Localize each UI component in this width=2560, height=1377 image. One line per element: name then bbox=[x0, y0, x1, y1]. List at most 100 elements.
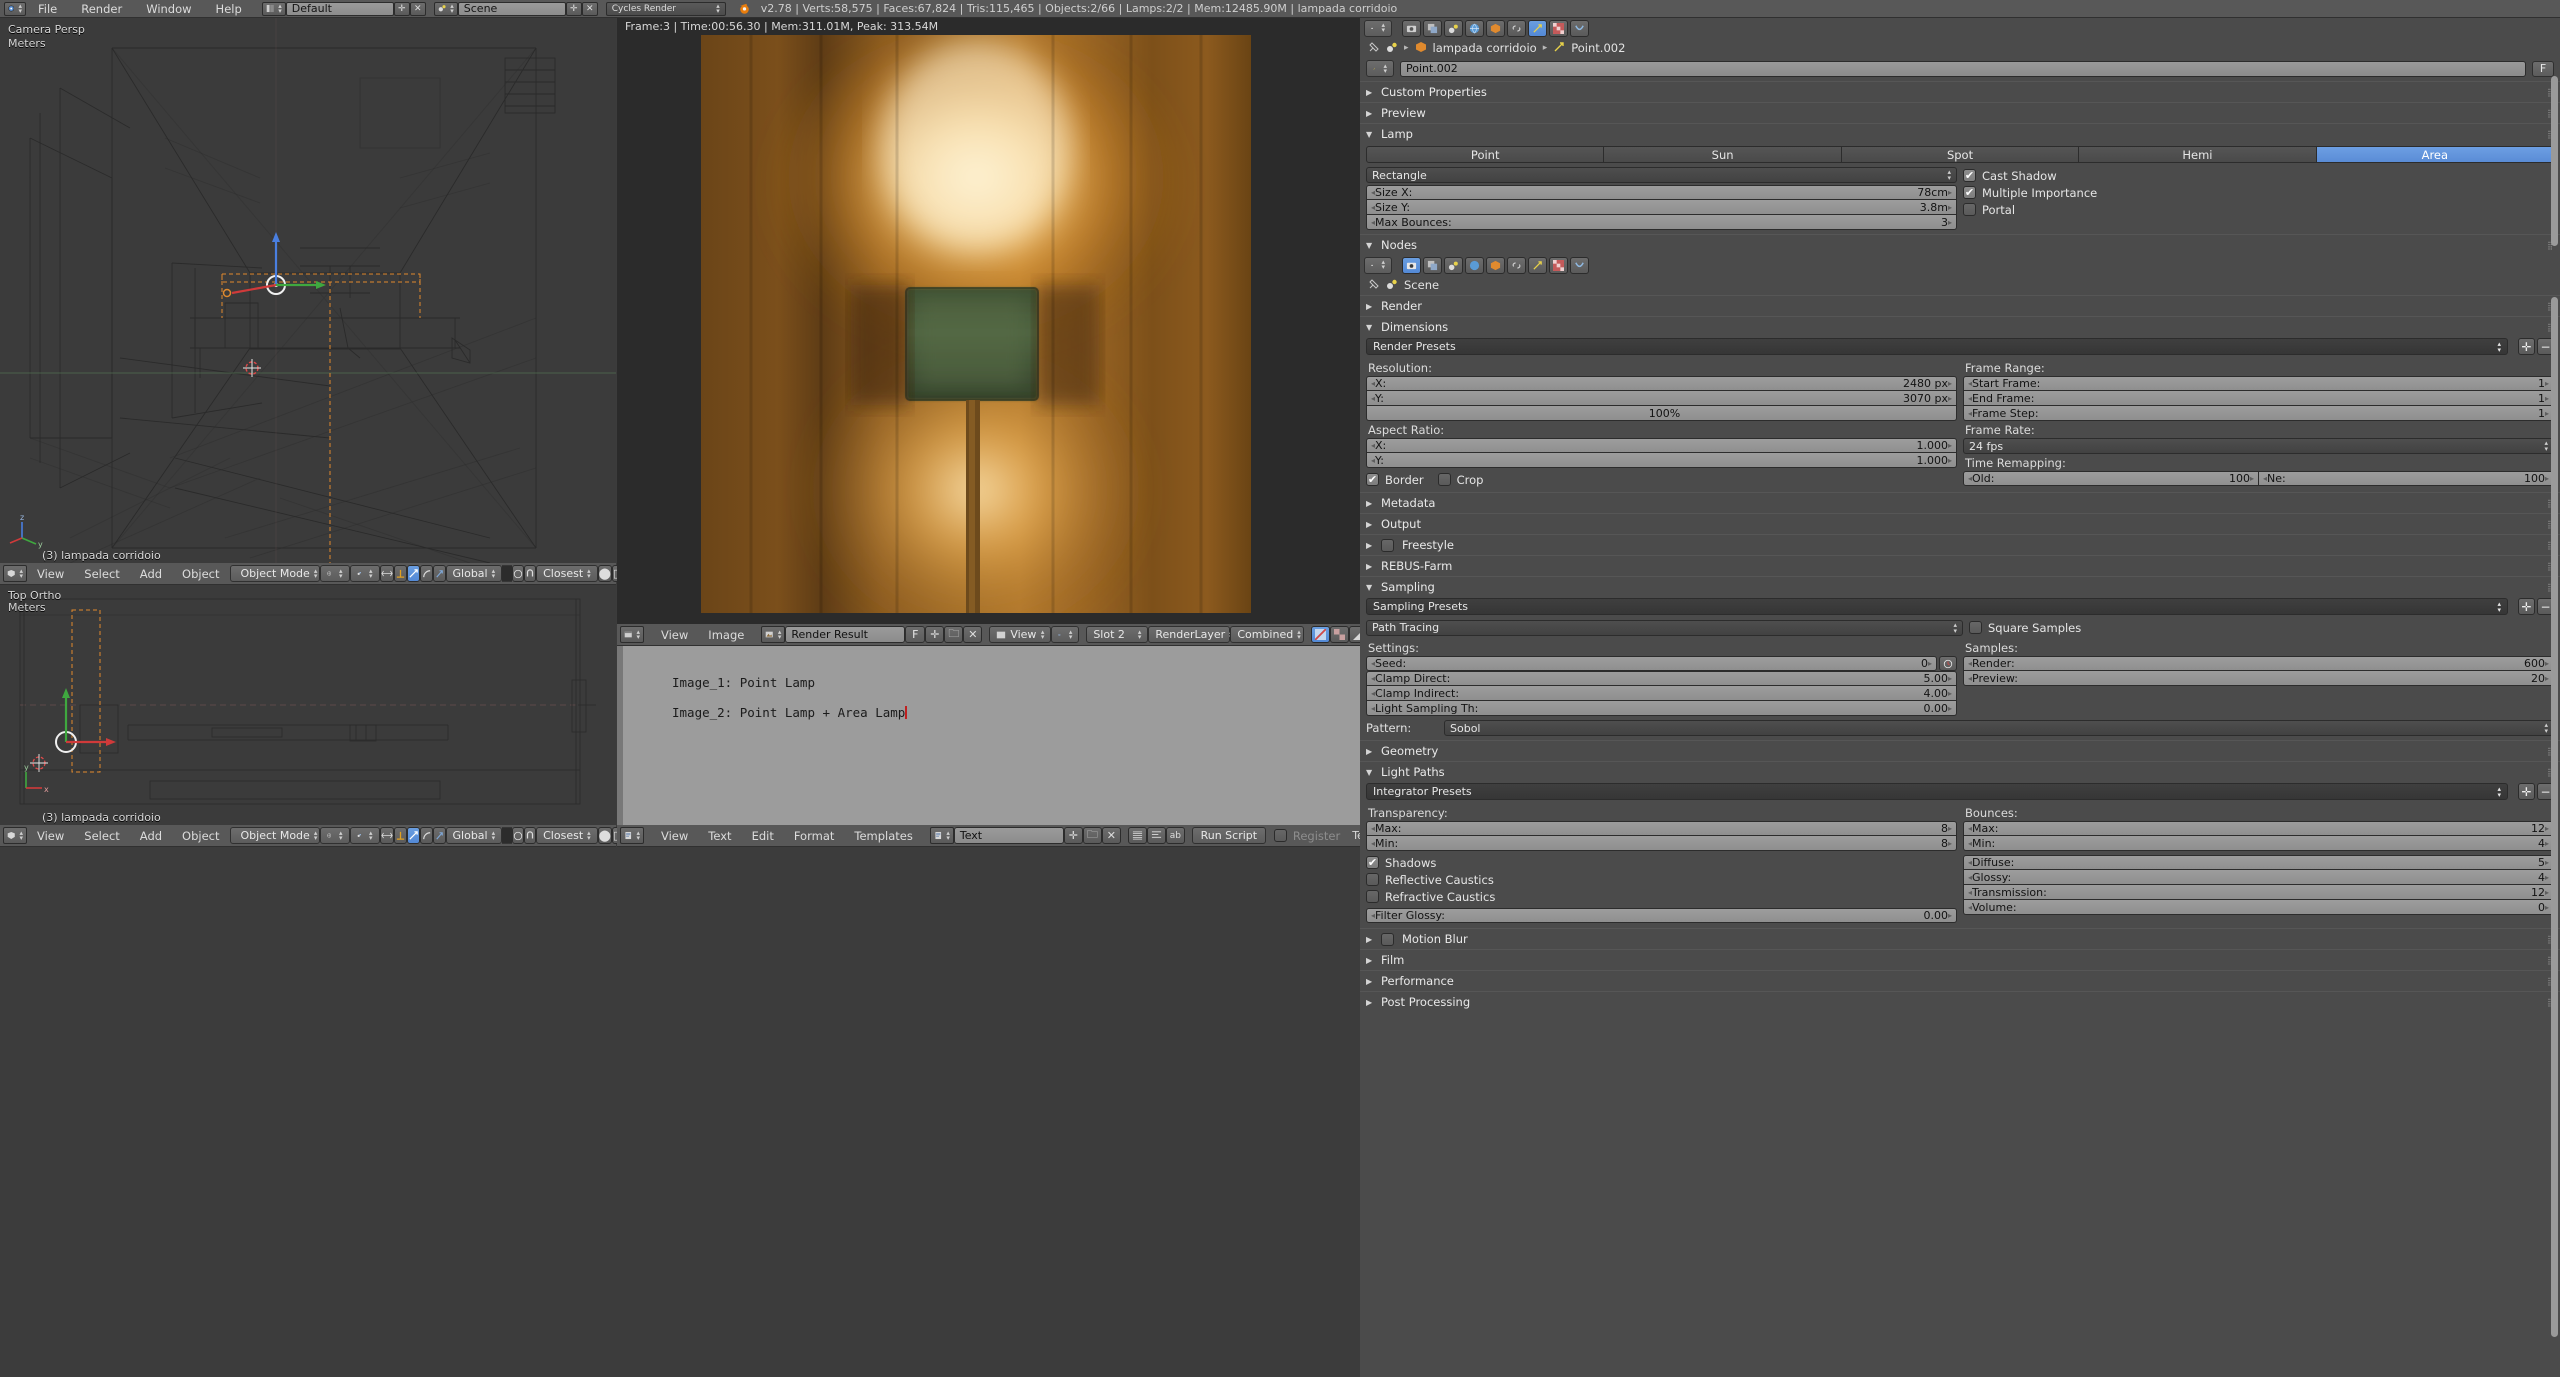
screen-layout-icon[interactable]: ▴ ▾ bbox=[261, 1, 286, 16]
tab-object-icon-2[interactable] bbox=[1486, 256, 1505, 274]
section-geometry[interactable]: ▶ Geometry ⣿ bbox=[1360, 740, 2560, 761]
section-preview[interactable]: ▶ Preview ⣿ bbox=[1360, 102, 2560, 123]
filter-glossy-field[interactable]: ◂ Filter Glossy: 0.00 ▸ bbox=[1366, 908, 1957, 923]
diffuse-bounces-field[interactable]: ◂ Diffuse: 5 ▸ bbox=[1963, 855, 2554, 870]
section-nodes[interactable]: ▼ Nodes ⣿ Surface: Emission ◦ Color: ◦ bbox=[1360, 234, 2560, 255]
section-output[interactable]: ▶ Output ⣿ bbox=[1360, 513, 2560, 534]
delete-layout-button[interactable]: ✕ bbox=[409, 1, 426, 16]
viewport-menu-add[interactable]: Add bbox=[130, 563, 172, 585]
render-layer-select[interactable]: RenderLayer ▴▾ bbox=[1148, 626, 1233, 643]
time-remap-old-field[interactable]: ◂ Old: 100 ▸ bbox=[1963, 471, 2259, 486]
image-fake-user-button[interactable]: F bbox=[905, 626, 926, 643]
frame-rate-select[interactable]: 24 fps ▴ ▾ bbox=[1963, 438, 2554, 454]
tab-data-lamp-icon-2[interactable] bbox=[1528, 256, 1547, 274]
transform-orientation-select-2[interactable]: Global ▴ ▾ bbox=[445, 827, 503, 844]
viewport2-menu-add[interactable]: Add bbox=[130, 825, 172, 847]
line-numbers-icon[interactable] bbox=[1127, 827, 1147, 844]
end-frame-field[interactable]: ◂ End Frame: 1 ▸ bbox=[1963, 391, 2554, 406]
lamp-shape-select[interactable]: Rectangle ▴ ▾ bbox=[1366, 167, 1957, 183]
section-metadata[interactable]: ▶ Metadata ⣿ bbox=[1360, 492, 2560, 513]
resolution-percent-field[interactable]: 100% bbox=[1366, 406, 1957, 421]
aspect-x-field[interactable]: ◂ X: 1.000 ▸ bbox=[1366, 438, 1957, 453]
tab-scene-icon-2[interactable] bbox=[1444, 256, 1463, 274]
snap-target-select-2[interactable]: Closest ▴ ▾ bbox=[536, 827, 598, 844]
menu-render[interactable]: Render bbox=[69, 0, 134, 18]
render-panel-scrollbar[interactable] bbox=[2551, 297, 2558, 1337]
transmission-bounces-field[interactable]: ◂ Transmission: 12 ▸ bbox=[1963, 885, 2554, 900]
interaction-mode-select-2[interactable]: Object Mode ▴ ▾ bbox=[229, 827, 320, 844]
transparency-max-field[interactable]: ◂ Max: 8 ▸ bbox=[1366, 821, 1957, 836]
time-remap-new-field[interactable]: ◂ Ne: 100 ▸ bbox=[2259, 471, 2554, 486]
pivot-point-select-2[interactable]: ▴ ▾ bbox=[349, 827, 380, 844]
pin-id-icon-2[interactable] bbox=[1368, 278, 1380, 293]
crop-toggle[interactable]: Crop bbox=[1437, 471, 1483, 488]
render-engine-select[interactable]: Cycles Render ▴ ▾ bbox=[605, 1, 726, 16]
cast-shadow-toggle[interactable]: ✔ Cast Shadow bbox=[1963, 167, 2554, 184]
open-image-icon[interactable]: 🗀 bbox=[944, 626, 964, 643]
text-menu-templates[interactable]: Templates bbox=[844, 825, 922, 847]
section-motion-blur[interactable]: ▶ Motion Blur ⣿ bbox=[1360, 928, 2560, 949]
viewport2-menu-select[interactable]: Select bbox=[74, 825, 129, 847]
tab-texture-icon-2[interactable] bbox=[1549, 256, 1568, 274]
pattern-select[interactable]: Sobol ▴ ▾ bbox=[1444, 720, 2554, 736]
tab-world-icon[interactable] bbox=[1465, 19, 1484, 37]
scene-datablock-icon[interactable]: ▴ ▾ bbox=[433, 1, 458, 16]
border-checkbox[interactable]: ✔ bbox=[1366, 473, 1379, 486]
color-and-alpha-icon[interactable] bbox=[1311, 626, 1331, 643]
syntax-highlight-icon[interactable]: ab bbox=[1165, 827, 1185, 844]
pivot-point-select[interactable]: ▴ ▾ bbox=[349, 565, 380, 582]
menu-window[interactable]: Window bbox=[134, 0, 203, 18]
volume-bounces-field[interactable]: ◂ Volume: 0 ▸ bbox=[1963, 900, 2554, 915]
properties-render-panel[interactable]: ▴ ▾ Scene ▶ Render ▼ Dimensions Render P… bbox=[1360, 255, 2560, 1377]
render-samples-field[interactable]: ◂ Render: 600 ▸ bbox=[1963, 656, 2554, 671]
render-pin-select[interactable]: ▴ ▾ bbox=[1364, 256, 1392, 274]
lamp-type-sun[interactable]: Sun bbox=[1604, 146, 1842, 163]
manipulator-arrow-icon-2[interactable] bbox=[432, 827, 446, 844]
register-checkbox[interactable] bbox=[1273, 829, 1287, 842]
add-layout-button[interactable]: ✛ bbox=[393, 1, 410, 16]
unlink-text-icon[interactable]: ✕ bbox=[1101, 827, 1121, 844]
interaction-mode-select[interactable]: Object Mode ▴ ▾ bbox=[229, 565, 320, 582]
glossy-bounces-field[interactable]: ◂ Glossy: 4 ▸ bbox=[1963, 870, 2554, 885]
tab-texture-icon[interactable] bbox=[1549, 19, 1568, 37]
tab-object-icon[interactable] bbox=[1486, 19, 1505, 37]
lamp-max-bounces-field[interactable]: ◂ Max Bounces: 3 ▸ bbox=[1366, 215, 1957, 230]
text-editor-type-icon[interactable]: ▴ ▾ bbox=[620, 827, 644, 844]
unlink-image-icon[interactable]: ✕ bbox=[963, 626, 983, 643]
lamp-panel-scrollbar[interactable] bbox=[2551, 76, 2558, 246]
rotate-manipulator-icon[interactable] bbox=[406, 565, 420, 582]
image-menu-view[interactable]: View bbox=[651, 624, 698, 646]
section-freestyle[interactable]: ▶ Freestyle ⣿ bbox=[1360, 534, 2560, 555]
tab-data-lamp-icon[interactable] bbox=[1528, 19, 1547, 37]
image-editor-type-icon[interactable]: ▴ ▾ bbox=[620, 626, 644, 643]
new-text-icon[interactable]: ✛ bbox=[1063, 827, 1083, 844]
blender-icon[interactable]: ▴ ▾ bbox=[4, 1, 26, 16]
viewport-menu-view[interactable]: View bbox=[27, 563, 74, 585]
integrator-select[interactable]: Path Tracing ▴ ▾ bbox=[1366, 619, 1963, 636]
tab-physics-icon[interactable] bbox=[1570, 19, 1589, 37]
scale-manipulator-icon-2[interactable] bbox=[419, 827, 433, 844]
tab-world-icon-2[interactable] bbox=[1465, 256, 1484, 274]
multiple-importance-toggle[interactable]: ✔ Multiple Importance bbox=[1963, 184, 2554, 201]
properties-pin-select[interactable]: ▴ ▾ bbox=[1364, 19, 1392, 37]
snap-magnet-icon-2[interactable] bbox=[524, 827, 537, 844]
proportional-edit-icon-2[interactable] bbox=[512, 827, 525, 844]
render-slot-select[interactable]: Slot 2 ▴ ▾ bbox=[1086, 626, 1149, 643]
square-samples-checkbox[interactable] bbox=[1969, 621, 1982, 634]
scale-manipulator-icon[interactable] bbox=[419, 565, 433, 582]
bounces-min-field[interactable]: ◂ Min: 4 ▸ bbox=[1963, 836, 2554, 851]
tab-render-icon-2[interactable] bbox=[1402, 256, 1421, 274]
refractive-caustics-toggle[interactable]: Refractive Caustics bbox=[1366, 888, 1957, 905]
text-datablock-field[interactable]: Text bbox=[953, 827, 1064, 844]
lamp-size-x-field[interactable]: ◂ Size X: 78cm ▸ bbox=[1366, 185, 1957, 200]
breadcrumb-object-name[interactable]: lampada corridoio bbox=[1433, 41, 1537, 55]
resolution-x-field[interactable]: ◂ X: 2480 px ▸ bbox=[1366, 376, 1957, 391]
proportional-edit-icon[interactable] bbox=[512, 565, 525, 582]
render-presets-select[interactable]: Render Presets ▴ ▾ bbox=[1366, 338, 2508, 355]
start-frame-field[interactable]: ◂ Start Frame: 1 ▸ bbox=[1963, 376, 2554, 391]
image-menu-image[interactable]: Image bbox=[698, 624, 754, 646]
render-pass-select[interactable]: Combined ▴ ▾ bbox=[1230, 626, 1305, 643]
viewport-menu-select[interactable]: Select bbox=[74, 563, 129, 585]
breadcrumb-scene-name[interactable]: Scene bbox=[1404, 278, 1439, 292]
delete-scene-button[interactable]: ✕ bbox=[581, 1, 598, 16]
